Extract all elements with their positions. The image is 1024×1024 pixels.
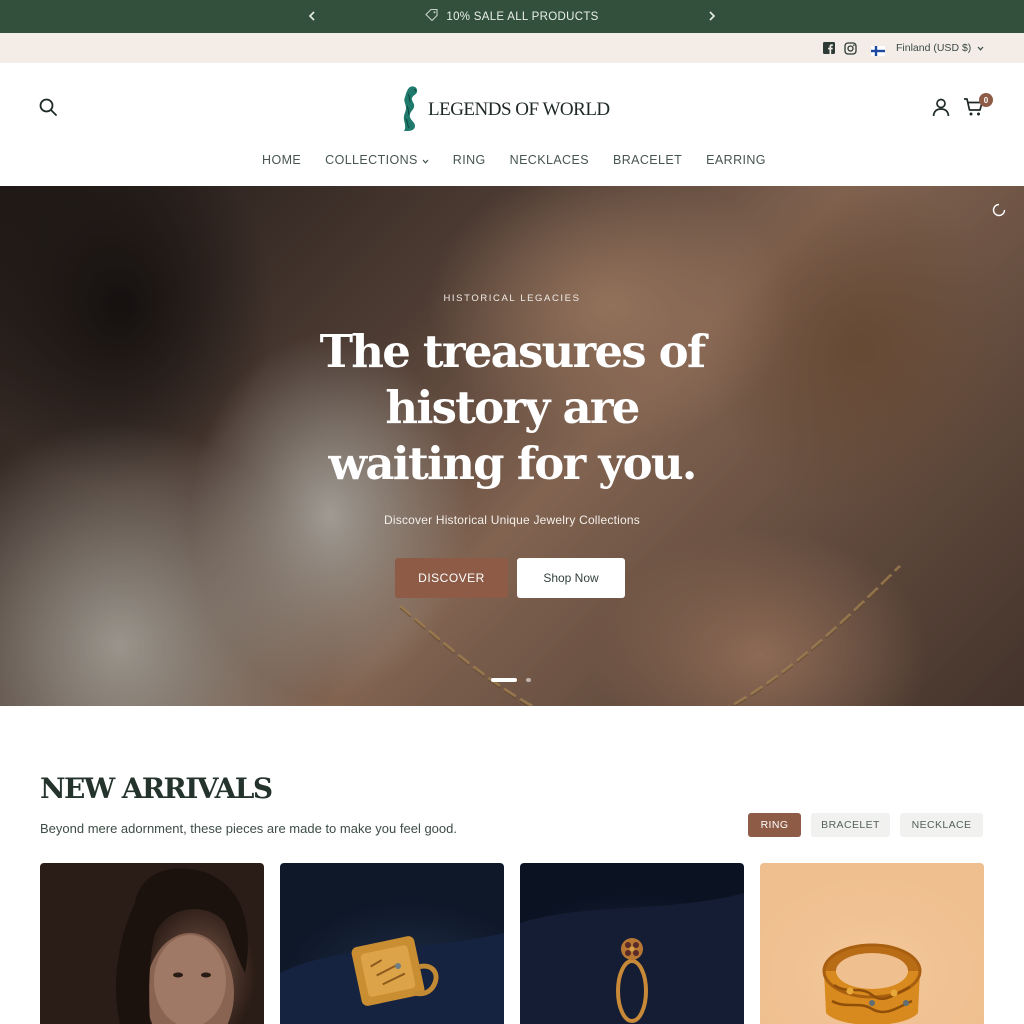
hero-headline-line: The treasures of (319, 325, 707, 378)
loading-spinner-icon (992, 203, 1006, 217)
utility-bar: Finland (USD $) (0, 33, 1024, 63)
facebook-icon[interactable] (822, 41, 836, 55)
nav-item-label: COLLECTIONS (325, 153, 418, 167)
hero-headline-line: waiting for you. (328, 437, 697, 490)
product-card-image[interactable] (760, 863, 984, 1024)
account-icon[interactable] (931, 97, 951, 117)
nav-item-necklaces[interactable]: NECKLACES (510, 153, 589, 167)
nav-item-ring[interactable]: RING (453, 153, 486, 167)
instagram-icon[interactable] (843, 41, 857, 55)
main-navigation: HOME COLLECTIONS RING NECKLACES BRACELET… (0, 153, 1024, 167)
hero-headline: The treasures of history are waiting for… (292, 324, 732, 492)
product-card-image[interactable] (40, 863, 264, 1024)
chevron-down-icon (422, 153, 429, 167)
nav-item-earring[interactable]: EARRING (706, 153, 766, 167)
filter-tab-bracelet[interactable]: BRACELET (811, 813, 890, 837)
nav-item-label: BRACELET (612, 153, 683, 167)
hero-banner: HISTORICAL LEGACIES The treasures of his… (0, 186, 1024, 706)
new-arrivals-subtitle: Beyond mere adornment, these pieces are … (40, 821, 457, 836)
nav-item-label: NECKLACES (509, 153, 589, 167)
announcement-bar: 10% SALE ALL PRODUCTS (0, 0, 1024, 33)
tag-icon (425, 8, 438, 24)
nav-item-bracelet[interactable]: BRACELET (613, 153, 682, 167)
locale-selector[interactable]: Finland (USD $) (896, 42, 984, 54)
brand-logo[interactable]: LEGENDS OF WORLD (400, 83, 610, 133)
model-portrait-image (115, 868, 248, 1024)
announcement-text: 10% SALE ALL PRODUCTS (446, 10, 599, 23)
product-card-image[interactable] (520, 863, 744, 1024)
locale-label: Finland (USD $) (896, 42, 972, 54)
nav-item-collections[interactable]: COLLECTIONS (325, 153, 429, 167)
wide-band-ring-image (822, 943, 922, 1024)
slide-indicator[interactable] (526, 678, 531, 682)
nav-item-home[interactable]: HOME (262, 153, 301, 167)
site-header: LEGENDS OF WORLD 0 HOME COLLECTIONS RING… (0, 63, 1024, 186)
nav-item-label: EARRING (706, 153, 766, 167)
finland-flag-icon (871, 43, 885, 56)
square-signet-ring-image (280, 933, 504, 1024)
statue-logo-icon (400, 84, 426, 132)
chevron-down-icon (977, 42, 984, 54)
flower-ring-image (520, 893, 744, 1024)
new-arrivals-title: NEW ARRIVALS (40, 772, 273, 805)
filter-tab-ring[interactable]: RING (748, 813, 801, 837)
product-card-image[interactable] (280, 863, 504, 1024)
nav-item-label: RING (452, 153, 486, 167)
slide-indicator-active[interactable] (491, 678, 517, 682)
chevron-right-icon[interactable] (704, 8, 720, 24)
hero-headline-line: history are (385, 381, 640, 434)
search-icon[interactable] (38, 97, 58, 117)
shop-now-button[interactable]: Shop Now (517, 558, 625, 598)
cart-count-badge: 0 (979, 93, 993, 107)
brand-wordmark: LEGENDS OF WORLD (428, 99, 610, 120)
filter-tab-necklace[interactable]: NECKLACE (900, 813, 983, 837)
nav-item-label: HOME (262, 153, 302, 167)
announcement-message[interactable]: 10% SALE ALL PRODUCTS (0, 8, 1024, 24)
discover-button[interactable]: DISCOVER (395, 558, 508, 598)
hero-eyebrow: HISTORICAL LEGACIES (443, 293, 581, 304)
hero-subtitle: Discover Historical Unique Jewelry Colle… (384, 513, 640, 527)
